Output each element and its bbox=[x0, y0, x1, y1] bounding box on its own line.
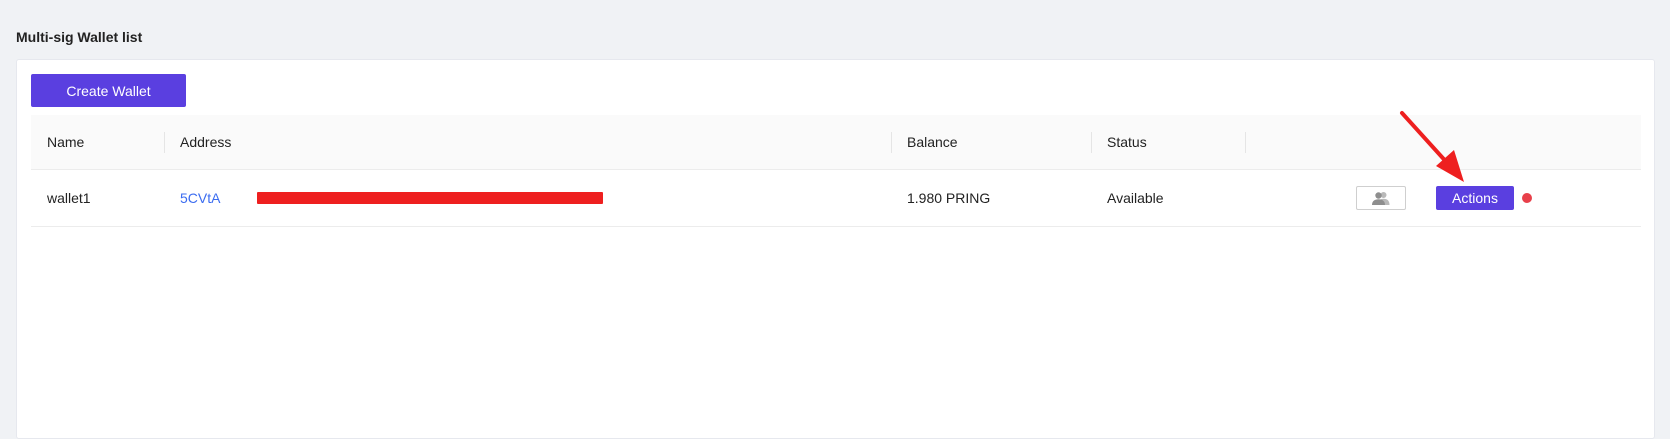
redaction-mark bbox=[257, 192, 603, 204]
table-row: wallet1 5CVtA 1.980 PRING Available Acti… bbox=[31, 170, 1641, 227]
wallet-table: Name Address Balance Status wallet1 5CVt… bbox=[31, 115, 1641, 227]
column-divider bbox=[164, 132, 165, 153]
wallet-name: wallet1 bbox=[47, 190, 91, 206]
actions-button[interactable]: Actions bbox=[1436, 186, 1514, 210]
table-header: Name Address Balance Status bbox=[31, 115, 1641, 170]
notification-dot bbox=[1522, 193, 1532, 203]
column-header-balance[interactable]: Balance bbox=[907, 115, 958, 170]
members-icon bbox=[1372, 192, 1390, 205]
wallet-list-card: Create Wallet Name Address Balance Statu… bbox=[16, 59, 1655, 439]
create-wallet-button[interactable]: Create Wallet bbox=[31, 74, 186, 107]
wallet-address-cell: 5CVtA bbox=[180, 170, 220, 227]
column-divider bbox=[1091, 132, 1092, 153]
column-divider bbox=[891, 132, 892, 153]
column-divider bbox=[1245, 132, 1246, 153]
column-header-name[interactable]: Name bbox=[47, 115, 84, 170]
wallet-status: Available bbox=[1107, 190, 1164, 206]
members-button[interactable] bbox=[1356, 186, 1406, 210]
wallet-address-link[interactable]: 5CVtA bbox=[180, 190, 220, 206]
page-title: Multi-sig Wallet list bbox=[16, 29, 143, 45]
column-header-address[interactable]: Address bbox=[180, 115, 231, 170]
column-header-status[interactable]: Status bbox=[1107, 115, 1147, 170]
wallet-balance: 1.980 PRING bbox=[907, 190, 991, 206]
